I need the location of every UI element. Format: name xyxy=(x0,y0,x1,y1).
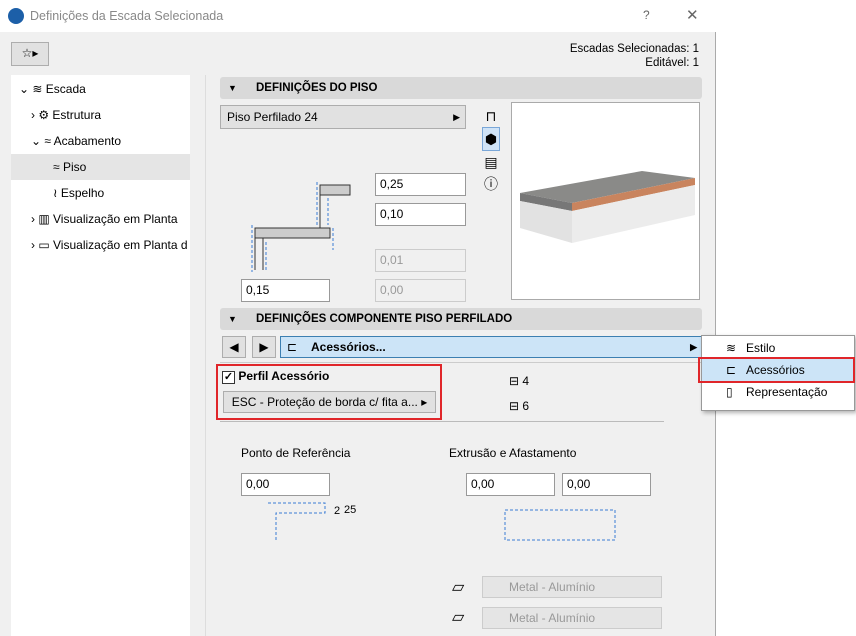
dialog-window: Definições da Escada Selecionada ? ✕ ☆▸ … xyxy=(0,0,716,636)
material-icon-2: ▱ xyxy=(452,609,465,626)
close-button[interactable]: ✕ xyxy=(686,6,699,24)
selected-count: Escadas Selecionadas: 1 xyxy=(569,43,699,55)
extrusion-label: Extrusão e Afastamento xyxy=(449,446,577,460)
menu-item-estilo[interactable]: ≋ Estilo xyxy=(702,337,854,359)
height-value: ⊟ 4 xyxy=(509,374,530,388)
menu-item-representacao[interactable]: ▯ Representação xyxy=(702,381,854,403)
next-button[interactable]: ▶ xyxy=(252,336,276,358)
title-bar: Definições da Escada Selecionada ? ✕ xyxy=(0,0,716,32)
tree-item-estrutura[interactable]: › ⚙ Estrutura xyxy=(11,102,190,128)
floor-type-select[interactable]: Piso Perfilado 24 ▶ xyxy=(220,105,466,129)
riser-icon: ≀ xyxy=(53,186,58,200)
extrusion-input[interactable]: 0,00 xyxy=(466,473,555,496)
tread-thickness-input[interactable]: 0,25 xyxy=(375,173,466,196)
width-value: ⊟ 6 xyxy=(509,399,530,413)
material-icon-1: ▱ xyxy=(452,579,465,596)
tree-item-acabamento[interactable]: ⌄ ≈ Acabamento xyxy=(11,128,190,154)
3d-view-icon[interactable]: ⬢ xyxy=(482,127,500,151)
material-select-2[interactable]: Metal - Alumínio xyxy=(482,607,662,629)
extrusion-diagram xyxy=(504,509,616,541)
tree-item-planta[interactable]: › ▥ Visualização em Planta xyxy=(11,206,190,232)
component-settings-header[interactable]: ▼ DEFINIÇÕES COMPONENTE PISO PERFILADO xyxy=(220,308,702,330)
svg-text:25: 25 xyxy=(334,505,340,517)
editable-count: Editável: 1 xyxy=(645,57,699,69)
stair-icon: ≋ xyxy=(32,82,43,96)
info-icon[interactable]: ⓘ xyxy=(482,173,500,195)
offset-input-1[interactable]: 0,01 xyxy=(375,249,466,272)
tree-item-espelho[interactable]: ≀ Espelho xyxy=(11,180,190,206)
reference-diagram: 25 xyxy=(268,502,340,540)
profile-select[interactable]: ESC - Proteção de borda c/ fita a... ▸ xyxy=(223,391,436,413)
reference-point-input[interactable]: 0,00 xyxy=(241,473,330,496)
tree-item-planta-2[interactable]: › ▭ Visualização em Planta d xyxy=(11,232,190,258)
favorites-button[interactable]: ☆▸ xyxy=(11,42,49,66)
offset-input[interactable]: 0,00 xyxy=(562,473,651,496)
tread-icon: ≈ xyxy=(53,160,60,174)
section-view-icon[interactable]: ▤ xyxy=(482,151,500,173)
front-offset-input[interactable]: 0,15 xyxy=(241,279,330,302)
component-selector[interactable]: ⊏ Acessórios... ▶ xyxy=(280,336,702,358)
nosing-input[interactable]: 0,10 xyxy=(375,203,466,226)
tread-profile-diagram xyxy=(251,182,351,272)
accessory-icon: ⊏ xyxy=(287,340,298,354)
plan-view-icon[interactable]: ⊓ xyxy=(482,105,500,127)
highlight-menu-item xyxy=(698,357,855,383)
profile-checkbox[interactable]: ✓ Perfil Acessório xyxy=(222,369,329,384)
window-title: Definições da Escada Selecionada xyxy=(30,9,224,23)
tree-item-escada[interactable]: ⌄ ≋ Escada xyxy=(11,76,190,102)
prev-button[interactable]: ◀ xyxy=(222,336,246,358)
offset-input-2[interactable]: 0,00 xyxy=(375,279,466,302)
3d-preview xyxy=(511,102,700,300)
reference-point-label: Ponto de Referência xyxy=(241,446,351,460)
tree-item-piso[interactable]: ≈ Piso xyxy=(11,154,190,180)
floor-settings-header[interactable]: ▼ DEFINIÇÕES DO PISO xyxy=(220,77,702,99)
app-logo-icon xyxy=(8,8,24,24)
help-button[interactable]: ? xyxy=(643,8,650,22)
favorites-star-icon: ☆▸ xyxy=(21,46,39,60)
reference-dim: 25 xyxy=(344,504,357,516)
material-select-1[interactable]: Metal - Alumínio xyxy=(482,576,662,598)
